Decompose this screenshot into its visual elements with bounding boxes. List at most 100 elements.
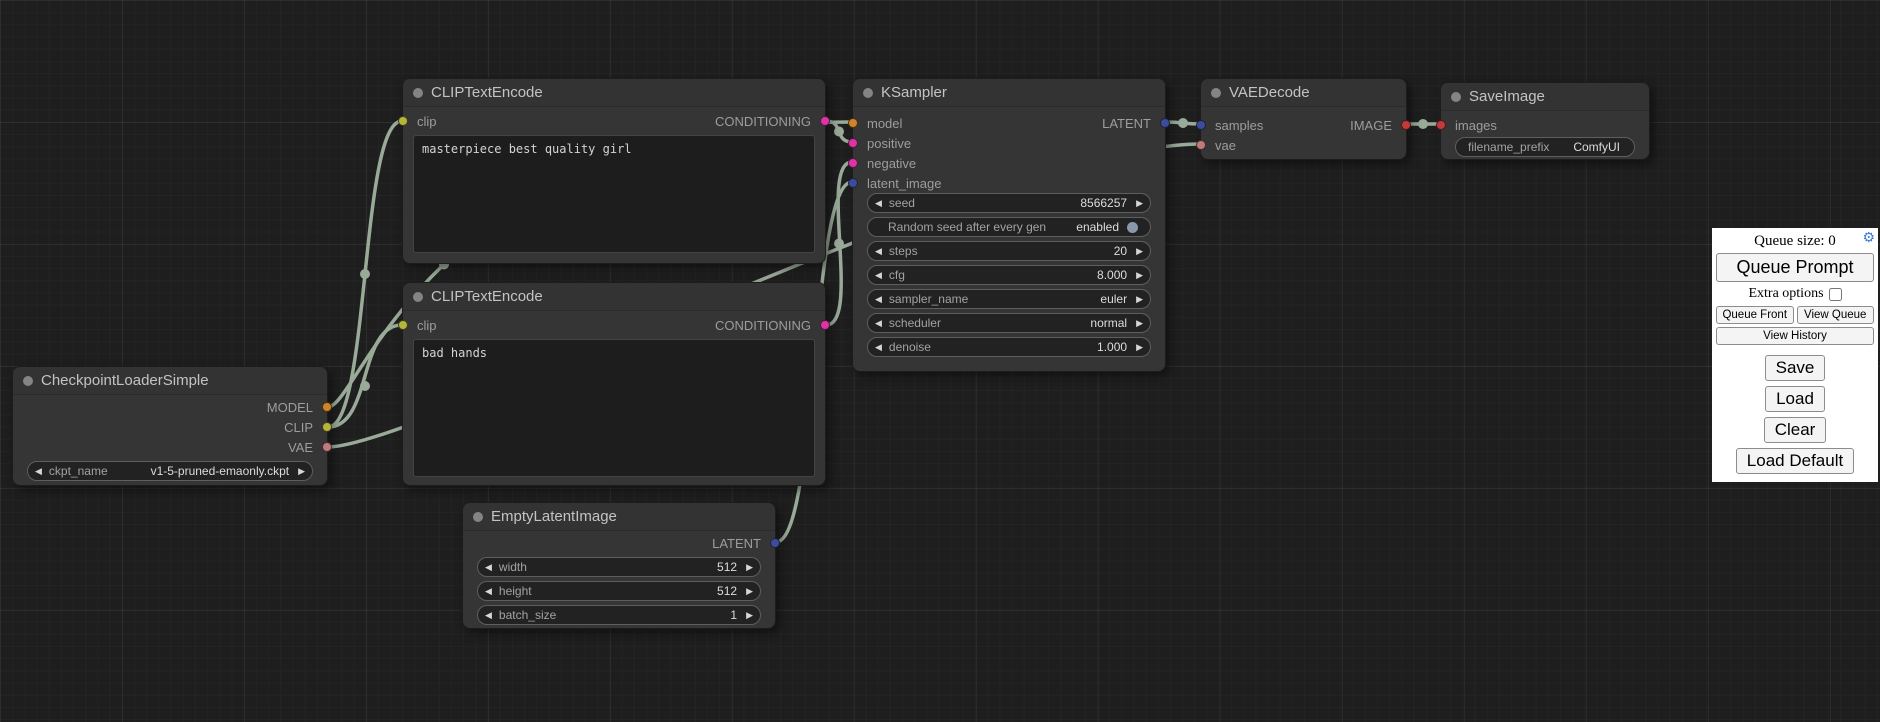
collapse-dot[interactable] <box>863 88 873 98</box>
increment-arrow-icon[interactable]: ▶ <box>739 605 760 625</box>
collapse-dot[interactable] <box>1211 88 1221 98</box>
queue-prompt-button[interactable]: Queue Prompt <box>1716 253 1874 282</box>
node-title: EmptyLatentImage <box>491 508 617 525</box>
output-slot-model[interactable] <box>322 402 332 412</box>
filename-prefix-widget[interactable]: filename_prefix ComfyUI <box>1455 137 1635 157</box>
decrement-arrow-icon[interactable]: ◀ <box>868 241 889 261</box>
increment-arrow-icon[interactable]: ▶ <box>1129 241 1150 261</box>
increment-arrow-icon[interactable]: ▶ <box>1129 265 1150 285</box>
decrement-arrow-icon[interactable]: ◀ <box>478 581 499 601</box>
node-title: CLIPTextEncode <box>431 84 543 101</box>
collapse-dot[interactable] <box>23 376 33 386</box>
node-title-bar[interactable]: SaveImage <box>1441 83 1649 111</box>
input-slot-vae[interactable] <box>1196 140 1206 150</box>
output-slot-vae[interactable] <box>322 442 332 452</box>
slot-row: samples IMAGE <box>1201 115 1406 135</box>
output-slot-conditioning[interactable] <box>820 116 830 126</box>
batch-size-widget[interactable]: ◀ batch_size 1 ▶ <box>477 605 761 625</box>
decrement-arrow-icon[interactable]: ◀ <box>868 313 889 333</box>
increment-arrow-icon[interactable]: ▶ <box>1129 313 1150 333</box>
load-default-button[interactable]: Load Default <box>1736 448 1854 474</box>
increment-arrow-icon[interactable]: ▶ <box>739 557 760 577</box>
node-title-bar[interactable]: KSampler <box>853 79 1165 107</box>
node-title-bar[interactable]: EmptyLatentImage <box>463 503 775 531</box>
widget-name: filename_prefix <box>1468 140 1549 154</box>
link-center-dot <box>360 269 370 279</box>
input-slot-samples[interactable] <box>1196 120 1206 130</box>
input-slot-clip[interactable] <box>398 320 408 330</box>
decrement-arrow-icon[interactable]: ◀ <box>478 557 499 577</box>
collapse-dot[interactable] <box>473 512 483 522</box>
decrement-arrow-icon[interactable]: ◀ <box>28 461 49 481</box>
steps-widget[interactable]: ◀ steps 20 ▶ <box>867 241 1151 261</box>
widget-name: Random seed after every gen <box>880 220 1046 234</box>
denoise-widget[interactable]: ◀ denoise 1.000 ▶ <box>867 337 1151 357</box>
random-seed-toggle-widget[interactable]: Random seed after every gen enabled <box>867 217 1151 237</box>
node-clip-text-encode-positive[interactable]: CLIPTextEncode clip CONDITIONING masterp… <box>402 78 826 264</box>
view-history-button[interactable]: View History <box>1716 327 1874 345</box>
increment-arrow-icon[interactable]: ▶ <box>291 461 312 481</box>
input-slot-positive[interactable] <box>848 138 858 148</box>
input-slot-model[interactable] <box>848 118 858 128</box>
ckpt-name-widget[interactable]: ◀ ckpt_name v1-5-pruned-emaonly.ckpt ▶ <box>27 461 313 481</box>
decrement-arrow-icon[interactable]: ◀ <box>868 289 889 309</box>
collapse-dot[interactable] <box>413 292 423 302</box>
increment-arrow-icon[interactable]: ▶ <box>1129 193 1150 213</box>
input-slot-latent-image[interactable] <box>848 178 858 188</box>
output-slot-conditioning[interactable] <box>820 320 830 330</box>
input-slot-clip[interactable] <box>398 116 408 126</box>
toggle-on-indicator[interactable] <box>1127 222 1138 233</box>
node-save-image[interactable]: SaveImage images filename_prefix ComfyUI <box>1440 82 1650 160</box>
decrement-arrow-icon[interactable]: ◀ <box>868 193 889 213</box>
output-slot-image[interactable] <box>1401 120 1411 130</box>
increment-arrow-icon[interactable]: ▶ <box>1129 337 1150 357</box>
node-checkpoint-loader[interactable]: CheckpointLoaderSimple MODEL CLIP VAE ◀ … <box>12 366 328 486</box>
node-title-bar[interactable]: VAEDecode <box>1201 79 1406 107</box>
load-button[interactable]: Load <box>1765 386 1825 412</box>
collapse-dot[interactable] <box>1451 92 1461 102</box>
clear-button[interactable]: Clear <box>1764 417 1827 443</box>
node-clip-text-encode-negative[interactable]: CLIPTextEncode clip CONDITIONING bad han… <box>402 282 826 486</box>
extra-options-label: Extra options <box>1748 286 1823 302</box>
negative-prompt-textarea[interactable]: bad hands <box>413 339 815 477</box>
link-center-dot <box>834 239 844 249</box>
height-widget[interactable]: ◀ height 512 ▶ <box>477 581 761 601</box>
width-widget[interactable]: ◀ width 512 ▶ <box>477 557 761 577</box>
increment-arrow-icon[interactable]: ▶ <box>739 581 760 601</box>
node-title-bar[interactable]: CLIPTextEncode <box>403 283 825 311</box>
node-vae-decode[interactable]: VAEDecode samples IMAGE vae <box>1200 78 1407 160</box>
input-slot-negative[interactable] <box>848 158 858 168</box>
node-title-bar[interactable]: CLIPTextEncode <box>403 79 825 107</box>
increment-arrow-icon[interactable]: ▶ <box>1129 289 1150 309</box>
node-title-bar[interactable]: CheckpointLoaderSimple <box>13 367 327 395</box>
output-slot-latent[interactable] <box>1160 118 1170 128</box>
save-button[interactable]: Save <box>1765 355 1826 381</box>
decrement-arrow-icon[interactable]: ◀ <box>868 337 889 357</box>
node-title: SaveImage <box>1469 88 1545 105</box>
positive-prompt-textarea[interactable]: masterpiece best quality girl <box>413 135 815 253</box>
extra-options-checkbox[interactable] <box>1829 288 1842 301</box>
view-queue-button[interactable]: View Queue <box>1797 306 1875 324</box>
cfg-widget[interactable]: ◀ cfg 8.000 ▶ <box>867 265 1151 285</box>
settings-gear-icon[interactable]: ⚙ <box>1862 232 1875 246</box>
comfy-menu-panel: Queue size: 0 ⚙ Queue Prompt Extra optio… <box>1712 228 1878 482</box>
output-slot-clip[interactable] <box>322 422 332 432</box>
queue-size-label: Queue size: 0 <box>1754 233 1836 250</box>
seed-widget[interactable]: ◀ seed 8566257 ▶ <box>867 193 1151 213</box>
queue-front-button[interactable]: Queue Front <box>1716 306 1794 324</box>
output-slot-latent[interactable] <box>770 538 780 548</box>
input-label-samples: samples <box>1201 118 1263 133</box>
link-clip-negative <box>328 325 402 427</box>
node-empty-latent-image[interactable]: EmptyLatentImage LATENT ◀ width 512 ▶ ◀ … <box>462 502 776 629</box>
slot-row: negative <box>853 153 1165 173</box>
scheduler-widget[interactable]: ◀ scheduler normal ▶ <box>867 313 1151 333</box>
node-ksampler[interactable]: KSampler model LATENT positive negative … <box>852 78 1166 372</box>
input-slot-images[interactable] <box>1436 120 1446 130</box>
sampler-name-widget[interactable]: ◀ sampler_name euler ▶ <box>867 289 1151 309</box>
collapse-dot[interactable] <box>413 88 423 98</box>
decrement-arrow-icon[interactable]: ◀ <box>478 605 499 625</box>
decrement-arrow-icon[interactable]: ◀ <box>868 265 889 285</box>
link-center-dot <box>360 381 370 391</box>
link-center-dot <box>834 127 844 137</box>
widget-name: denoise <box>889 340 931 354</box>
